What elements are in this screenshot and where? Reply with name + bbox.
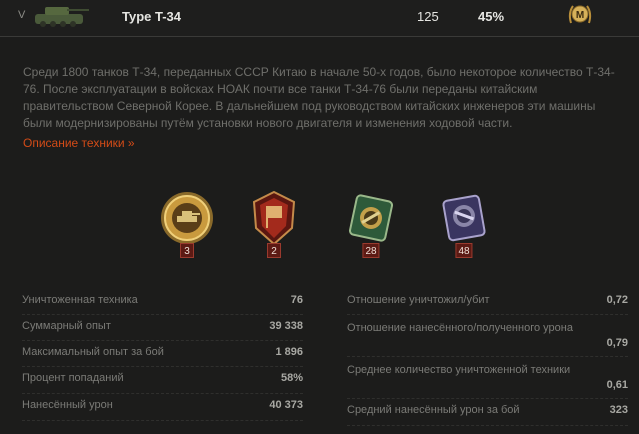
stat-label: Суммарный опыт xyxy=(22,320,111,332)
stat-row: Отношение уничтожил/убит 0,72 xyxy=(347,290,628,315)
stat-value: 323 xyxy=(609,404,628,416)
stat-value: 1 896 xyxy=(275,346,303,358)
medal-count: 28 xyxy=(362,243,380,258)
stat-value: 39 338 xyxy=(269,320,303,332)
medal-item[interactable]: 3 xyxy=(157,188,217,258)
tank-name: Type T-34 xyxy=(122,9,182,24)
stat-value: 58% xyxy=(280,372,303,384)
stat-value: 0,79 xyxy=(606,337,628,349)
stats-left: Уничтоженная техника 76 Суммарный опыт 3… xyxy=(22,290,303,421)
mastery-m-icon: M xyxy=(568,5,592,24)
stat-label: Процент попаданий xyxy=(22,372,124,384)
stat-label: Средний нанесённый урон за бой xyxy=(347,404,520,416)
medal-item[interactable]: 28 xyxy=(341,188,401,258)
win-rate: 45% xyxy=(478,9,505,24)
medal-item[interactable]: 48 xyxy=(434,188,494,258)
stat-value: 0,61 xyxy=(606,379,628,391)
red-banner-medal-icon xyxy=(252,190,296,246)
vehicle-description-link[interactable]: Описание техники » xyxy=(23,136,135,150)
svg-text:M: M xyxy=(576,10,584,21)
tank-row[interactable]: V Type T-34 125 45% M xyxy=(0,0,639,37)
stat-row: Среднее количество уничтоженной техники … xyxy=(347,357,628,399)
stat-label: Максимальный опыт за бой xyxy=(22,346,164,358)
stat-value: 76 xyxy=(290,294,303,306)
stat-value: 0,72 xyxy=(606,294,628,306)
stat-row: Отношение нанесённого/полученного урона … xyxy=(347,315,628,357)
stat-row: Уничтоженная техника 76 xyxy=(22,290,303,315)
stat-row: Средний нанесённый урон за бой 323 xyxy=(347,399,628,426)
stat-label: Отношение нанесённого/полученного урона xyxy=(347,322,573,334)
green-shield-medal-icon xyxy=(348,194,394,242)
stat-row: Нанесённый урон 40 373 xyxy=(22,394,303,421)
stat-label: Уничтоженная техника xyxy=(22,294,138,306)
tank-image-icon xyxy=(35,7,89,27)
medal-count: 3 xyxy=(180,243,194,258)
stat-row: Максимальный опыт за бой 1 896 xyxy=(22,341,303,367)
stat-row: Суммарный опыт 39 338 xyxy=(22,315,303,341)
stat-label: Среднее количество уничтоженной техники xyxy=(347,364,571,376)
stat-value: 40 373 xyxy=(269,399,303,411)
medal-count: 2 xyxy=(267,243,281,258)
gold-tank-medal-icon xyxy=(161,192,213,244)
stats-right: Отношение уничтожил/убит 0,72 Отношение … xyxy=(347,290,628,426)
tank-description: Среди 1800 танков Т-34, переданных СССР … xyxy=(23,65,615,130)
tier-label: V xyxy=(18,9,26,21)
purple-shield-medal-icon xyxy=(442,194,486,242)
stat-label: Нанесённый урон xyxy=(22,399,113,411)
battles-count: 125 xyxy=(417,9,439,24)
stat-label: Отношение уничтожил/убит xyxy=(347,294,490,306)
stat-row: Процент попаданий 58% xyxy=(22,367,303,394)
medal-item[interactable]: 2 xyxy=(244,188,304,258)
medal-count: 48 xyxy=(455,243,473,258)
